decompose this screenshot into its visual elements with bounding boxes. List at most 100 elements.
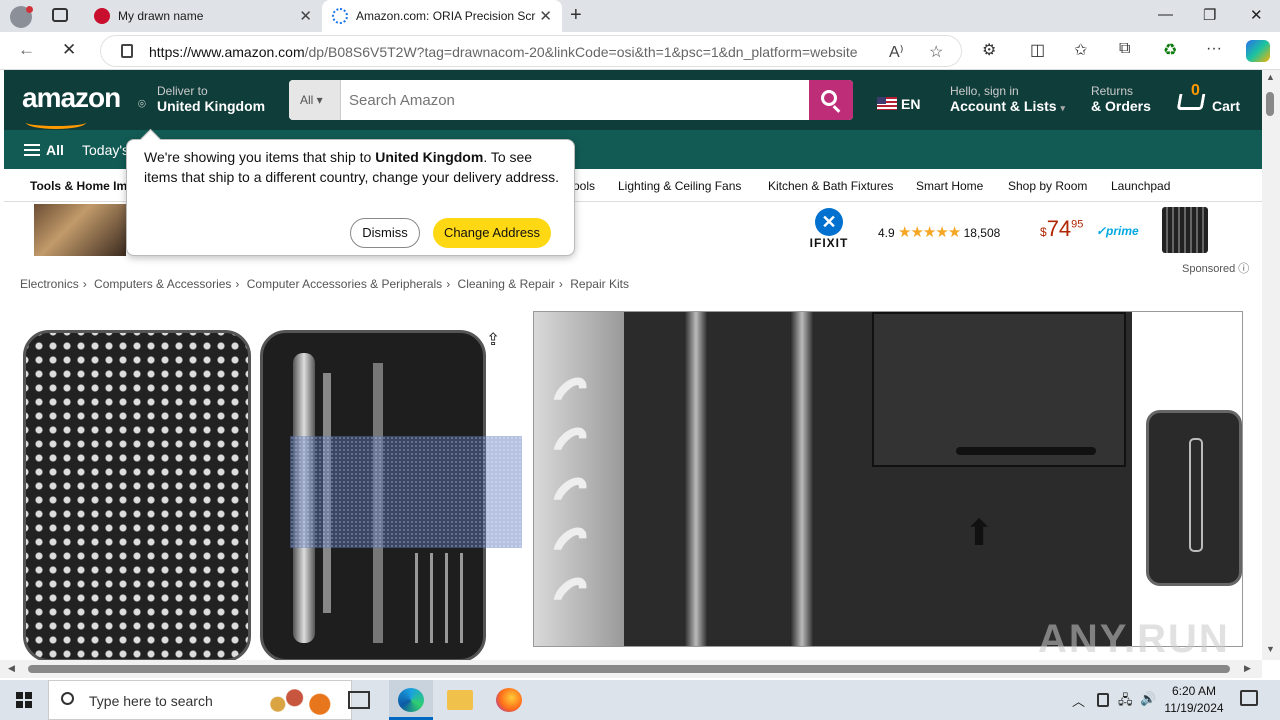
profile-avatar-icon[interactable] xyxy=(10,6,33,28)
stop-loading-button[interactable]: ✕ xyxy=(62,40,76,60)
subnav-tools[interactable]: ools xyxy=(573,179,595,193)
zoom-lens[interactable] xyxy=(290,436,522,548)
deliver-to-location: United Kingdom xyxy=(157,98,266,114)
cart-count: 0 xyxy=(1191,82,1200,99)
tab-close-icon[interactable]: ✕ xyxy=(539,7,552,25)
copilot-icon[interactable] xyxy=(1246,40,1270,62)
review-count: 18,508 xyxy=(963,226,1001,240)
volume-icon[interactable]: 🔊 xyxy=(1140,691,1156,707)
battery-icon[interactable] xyxy=(1097,693,1109,707)
clock-date: 11/19/2024 xyxy=(1164,701,1224,715)
zoomed-handle xyxy=(534,312,624,646)
horizontal-scrollbar[interactable]: ◀ ▶ xyxy=(0,660,1262,678)
edge-browser-icon[interactable] xyxy=(398,688,424,712)
account-greeting: Hello, sign in xyxy=(950,84,1019,98)
deliver-to[interactable]: ⌾ Deliver to United Kingdom xyxy=(138,84,265,114)
breadcrumb-separator: › xyxy=(235,277,240,291)
collections-icon[interactable]: ⧉ xyxy=(1119,40,1130,58)
read-aloud-icon[interactable]: A⁾ xyxy=(889,42,904,62)
prime-badge: ✓prime xyxy=(1096,224,1139,238)
tab-favicon-icon xyxy=(94,8,110,24)
minimize-button[interactable]: — xyxy=(1158,6,1173,23)
performance-icon[interactable]: ♻ xyxy=(1163,40,1177,60)
image-zoom-view: ⬆ xyxy=(533,311,1243,647)
rating-stars-icon: ★★★★★ xyxy=(898,224,961,241)
search-category-select[interactable]: All ▾ xyxy=(289,80,341,120)
subnav-lighting[interactable]: Lighting & Ceiling Fans xyxy=(618,179,741,193)
favorite-star-icon[interactable]: ☆ xyxy=(929,42,943,62)
tab-my-drawn-name[interactable]: My drawn name ✕ xyxy=(84,0,322,32)
taskbar-search[interactable]: Type here to search xyxy=(48,680,352,720)
subnav-tools-home[interactable]: Tools & Home Im xyxy=(30,179,127,193)
taskbar-search-placeholder: Type here to search xyxy=(89,693,213,709)
deliver-to-label: Deliver to xyxy=(157,84,208,98)
dismiss-button[interactable]: Dismiss xyxy=(350,218,420,248)
url-text: https://www.amazon.com/dp/B08S6V5T2W?tag… xyxy=(149,44,858,60)
favorites-icon[interactable]: ✩ xyxy=(1074,40,1087,60)
ad-photo[interactable] xyxy=(34,204,126,256)
url-field[interactable]: https://www.amazon.com/dp/B08S6V5T2W?tag… xyxy=(100,35,962,67)
rating-value: 4.9 xyxy=(878,226,895,240)
ad-rating[interactable]: 4.9 ★★★★★ 18,508 xyxy=(878,223,1000,241)
share-icon[interactable]: ⇪ xyxy=(486,330,500,350)
taskbar-clock[interactable]: 6:20 AM 11/19/2024 xyxy=(1158,683,1230,717)
tab-amazon[interactable]: Amazon.com: ORIA Precision Scr ✕ xyxy=(322,0,562,32)
breadcrumb-computers[interactable]: Computers & Accessories xyxy=(94,277,231,291)
amazon-header: amazon ⌾ Deliver to United Kingdom All ▾… xyxy=(4,70,1262,130)
file-explorer-icon[interactable] xyxy=(447,690,473,710)
breadcrumb-separator: › xyxy=(446,277,451,291)
cart-label: Cart xyxy=(1212,98,1241,114)
task-view-icon[interactable] xyxy=(348,691,370,709)
scrollbar-thumb[interactable] xyxy=(1266,92,1274,116)
language-selector[interactable]: EN xyxy=(901,96,920,112)
subnav-shop-by-room[interactable]: Shop by Room xyxy=(1008,179,1087,193)
hamburger-menu-icon[interactable] xyxy=(24,144,40,156)
search-input[interactable] xyxy=(341,80,809,120)
network-icon[interactable]: 🖧 xyxy=(1118,691,1133,713)
orders-label: & Orders xyxy=(1091,98,1151,114)
scrollbar-thumb[interactable] xyxy=(28,665,1230,673)
amazon-logo[interactable]: amazon xyxy=(22,82,121,129)
delivery-location-popup: We're showing you items that ship to Uni… xyxy=(126,139,575,256)
sponsored-label[interactable]: Sponsored ⓘ xyxy=(1182,260,1249,276)
ifixit-logo[interactable]: ✕ IFIXIT xyxy=(806,208,852,254)
breadcrumb-electronics[interactable]: Electronics xyxy=(20,277,79,291)
cart-button[interactable]: 0 Cart xyxy=(1174,82,1252,120)
firefox-icon[interactable] xyxy=(496,688,522,712)
breadcrumb-repair-kits[interactable]: Repair Kits xyxy=(570,277,629,291)
subnav-smart-home[interactable]: Smart Home xyxy=(916,179,983,193)
search-button[interactable] xyxy=(809,80,853,120)
breadcrumb-peripherals[interactable]: Computer Accessories & Peripherals xyxy=(247,277,442,291)
tab-loading-icon xyxy=(332,8,348,24)
windows-start-icon[interactable] xyxy=(16,692,32,708)
all-menu-button[interactable]: All xyxy=(46,142,64,158)
vertical-scrollbar[interactable]: ▲ ▼ xyxy=(1262,70,1280,660)
ad-product-thumbnail[interactable] xyxy=(1162,207,1208,253)
zoomed-arrow-icon: ⬆ xyxy=(964,512,995,553)
window-close-button[interactable]: ✕ xyxy=(1250,6,1263,24)
change-address-button[interactable]: Change Address xyxy=(433,218,551,248)
returns-orders[interactable]: Returns & Orders xyxy=(1091,84,1151,114)
todays-deals-link[interactable]: Today's xyxy=(82,142,129,158)
address-bar-row: ← ✕ https://www.amazon.com/dp/B08S6V5T2W… xyxy=(0,32,1280,70)
tab-title: Amazon.com: ORIA Precision Scr xyxy=(356,9,536,23)
new-tab-button[interactable]: + xyxy=(570,4,582,27)
lock-icon[interactable] xyxy=(121,44,133,58)
tab-close-icon[interactable]: ✕ xyxy=(299,7,312,25)
subnav-kitchen-bath[interactable]: Kitchen & Bath Fixtures xyxy=(768,179,893,193)
split-screen-icon[interactable]: ◫ xyxy=(1030,40,1045,60)
maximize-button[interactable]: ❐ xyxy=(1203,6,1216,24)
tab-actions-icon[interactable] xyxy=(52,8,68,22)
notifications-icon[interactable] xyxy=(1240,690,1258,706)
subnav-launchpad[interactable]: Launchpad xyxy=(1111,179,1170,193)
account-lists[interactable]: Hello, sign in Account & Lists ▾ xyxy=(950,84,1065,114)
clock-time: 6:20 AM xyxy=(1171,684,1217,698)
us-flag-icon[interactable] xyxy=(877,97,897,110)
tray-chevron-icon[interactable]: ︿ xyxy=(1072,691,1085,710)
breadcrumb-separator: › xyxy=(82,277,87,291)
product-main-image[interactable] xyxy=(20,328,522,660)
extensions-icon[interactable]: ⚙ xyxy=(982,40,996,60)
more-options-icon[interactable]: ··· xyxy=(1206,40,1222,58)
back-button[interactable]: ← xyxy=(18,40,35,60)
breadcrumb-cleaning-repair[interactable]: Cleaning & Repair xyxy=(458,277,555,291)
